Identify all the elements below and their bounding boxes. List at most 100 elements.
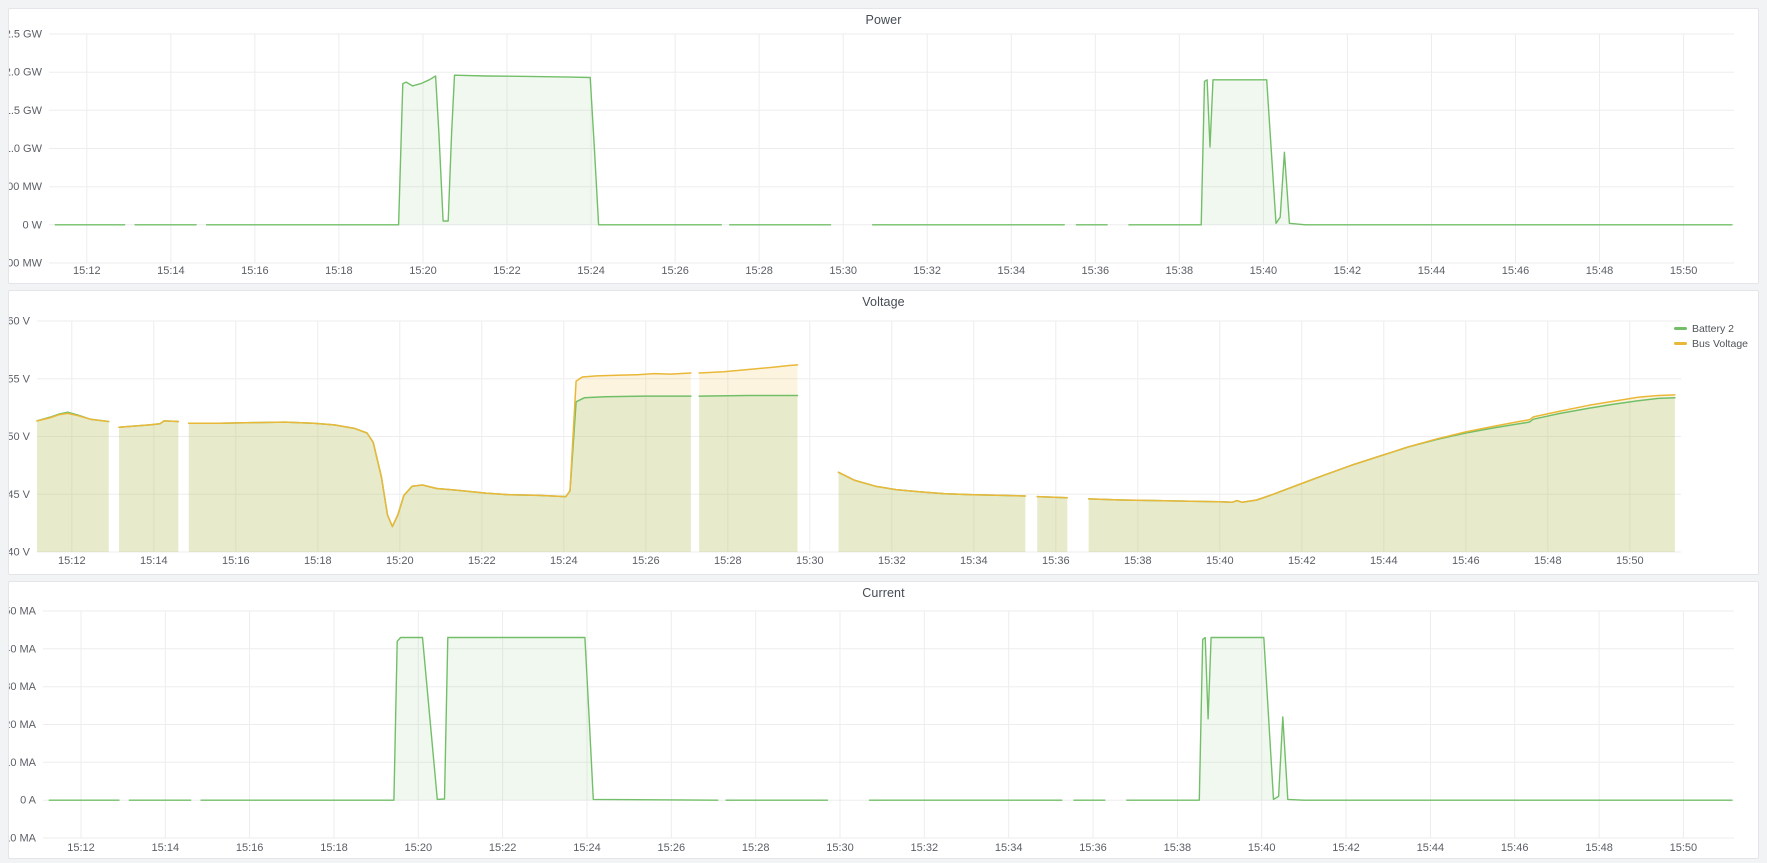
- y-axis-label: 30 MA: [9, 681, 37, 693]
- y-axis-label: 50 MA: [9, 606, 37, 618]
- x-axis-label: 15:32: [911, 842, 939, 854]
- x-axis-label: 15:30: [826, 842, 854, 854]
- x-axis-label: 15:38: [1124, 555, 1152, 567]
- x-axis-label: 15:40: [1248, 842, 1276, 854]
- x-axis-label: 15:24: [573, 842, 601, 854]
- y-axis-label: -500 MW: [9, 258, 43, 270]
- x-axis-label: 15:50: [1670, 265, 1698, 277]
- x-axis-label: 15:34: [998, 265, 1026, 277]
- series-line-current: [49, 638, 1732, 801]
- x-axis-label: 15:22: [468, 555, 496, 567]
- x-axis-label: 15:48: [1534, 555, 1562, 567]
- x-axis-label: 15:50: [1616, 555, 1644, 567]
- x-axis-label: 15:14: [157, 265, 185, 277]
- x-axis-label: 15:34: [960, 555, 988, 567]
- x-axis-label: 15:26: [632, 555, 660, 567]
- x-axis-label: 15:16: [236, 842, 264, 854]
- grafana-dashboard: { "dashboard": { "theme_colors": { "page…: [0, 0, 1767, 863]
- x-axis-label: 15:40: [1206, 555, 1234, 567]
- panel-current: Current 50 MA 40 MA 30 MA 20 MA 10 MA 0 A -10 …: [8, 581, 1759, 859]
- y-axis-label: 2.5 GW: [9, 29, 43, 41]
- x-axis-label: 15:38: [1166, 265, 1194, 277]
- legend-item-bus-voltage[interactable]: Bus Voltage: [1674, 336, 1748, 351]
- x-axis-label: 15:44: [1417, 842, 1445, 854]
- series-area-current: [49, 638, 1732, 801]
- y-axis-label: 40 MA: [9, 643, 37, 655]
- y-axis-label: 0 W: [22, 219, 42, 231]
- y-axis-label: 50 V: [9, 431, 31, 443]
- x-axis-label: 15:36: [1042, 555, 1070, 567]
- x-axis-label: 15:20: [409, 265, 437, 277]
- x-axis-label: 15:22: [493, 265, 521, 277]
- power-axes: 2.5 GW2.0 GW1.5 GW1.0 GW500 MW0 W-500 MW…: [9, 29, 1697, 278]
- x-axis-label: 15:24: [550, 555, 578, 567]
- current-axes: 50 MA 40 MA 30 MA 20 MA 10 MA 0 A -10 MA 15:12 1…: [9, 606, 1697, 855]
- x-axis-label: 15:12: [67, 842, 95, 854]
- x-axis-label: 15:32: [913, 265, 941, 277]
- power-gridlines: [49, 34, 1734, 263]
- x-axis-label: 15:36: [1082, 265, 1110, 277]
- y-axis-label: 45 V: [9, 489, 31, 501]
- y-axis-label: -10 MA: [9, 833, 37, 845]
- legend-label-battery2: Battery 2: [1692, 323, 1734, 335]
- voltage-legend: Battery 2 Bus Voltage: [1674, 321, 1748, 351]
- x-axis-label: 15:12: [73, 265, 101, 277]
- panel-title-current[interactable]: Current: [9, 586, 1758, 600]
- panel-voltage: Voltage 60 V55 V50 V45 V40 V15:1215:1415…: [8, 290, 1759, 575]
- legend-label-bus-voltage: Bus Voltage: [1692, 338, 1748, 350]
- x-axis-label: 15:16: [241, 265, 269, 277]
- legend-swatch-battery2: [1674, 327, 1687, 330]
- y-axis-label: 55 V: [9, 373, 31, 385]
- panel-title-voltage[interactable]: Voltage: [9, 295, 1758, 309]
- x-axis-label: 15:20: [386, 555, 414, 567]
- x-axis-label: 15:48: [1586, 265, 1614, 277]
- voltage-chart-canvas[interactable]: 60 V55 V50 V45 V40 V15:1215:1415:1615:18…: [9, 291, 1760, 576]
- y-axis-label: 0 A: [20, 795, 37, 807]
- x-axis-label: 15:36: [1079, 842, 1107, 854]
- y-axis-label: 10 MA: [9, 757, 37, 769]
- x-axis-label: 15:24: [577, 265, 605, 277]
- x-axis-label: 15:40: [1250, 265, 1278, 277]
- x-axis-label: 15:14: [152, 842, 180, 854]
- y-axis-label: 1.0 GW: [9, 143, 43, 155]
- power-chart-canvas[interactable]: 2.5 GW2.0 GW1.5 GW1.0 GW500 MW0 W-500 MW…: [9, 9, 1760, 285]
- y-axis-label: 20 MA: [9, 719, 37, 731]
- series-area-power: [55, 75, 1732, 225]
- x-axis-label: 15:20: [405, 842, 433, 854]
- x-axis-label: 15:44: [1418, 265, 1446, 277]
- series-area-bus-voltage: [37, 365, 1675, 552]
- x-axis-label: 15:26: [661, 265, 689, 277]
- x-axis-label: 15:38: [1164, 842, 1192, 854]
- x-axis-label: 15:42: [1334, 265, 1362, 277]
- x-axis-label: 15:46: [1502, 265, 1530, 277]
- x-axis-label: 15:26: [658, 842, 686, 854]
- x-axis-label: 15:50: [1670, 842, 1698, 854]
- current-gridlines: [43, 611, 1734, 838]
- x-axis-label: 15:12: [58, 555, 86, 567]
- y-axis-label: 2.0 GW: [9, 67, 43, 79]
- x-axis-label: 15:32: [878, 555, 906, 567]
- x-axis-label: 15:30: [796, 555, 824, 567]
- x-axis-label: 15:22: [489, 842, 517, 854]
- current-chart-canvas[interactable]: 50 MA 40 MA 30 MA 20 MA 10 MA 0 A -10 MA 15:12 1…: [9, 582, 1760, 860]
- y-axis-label: 1.5 GW: [9, 105, 43, 117]
- x-axis-label: 15:46: [1452, 555, 1480, 567]
- x-axis-label: 15:28: [714, 555, 742, 567]
- x-axis-label: 15:46: [1501, 842, 1529, 854]
- x-axis-label: 15:18: [325, 265, 353, 277]
- x-axis-label: 15:16: [222, 555, 250, 567]
- series-line-power: [55, 75, 1732, 225]
- x-axis-label: 15:42: [1288, 555, 1316, 567]
- x-axis-label: 15:34: [995, 842, 1023, 854]
- legend-item-battery2[interactable]: Battery 2: [1674, 321, 1748, 336]
- y-axis-label: 60 V: [9, 316, 31, 328]
- x-axis-label: 15:42: [1332, 842, 1360, 854]
- legend-swatch-bus-voltage: [1674, 342, 1687, 345]
- panel-title-power[interactable]: Power: [9, 13, 1758, 27]
- x-axis-label: 15:48: [1585, 842, 1613, 854]
- x-axis-label: 15:28: [742, 842, 770, 854]
- x-axis-label: 15:14: [140, 555, 168, 567]
- y-axis-label: 40 V: [9, 547, 31, 559]
- x-axis-label: 15:28: [745, 265, 773, 277]
- x-axis-label: 15:18: [320, 842, 348, 854]
